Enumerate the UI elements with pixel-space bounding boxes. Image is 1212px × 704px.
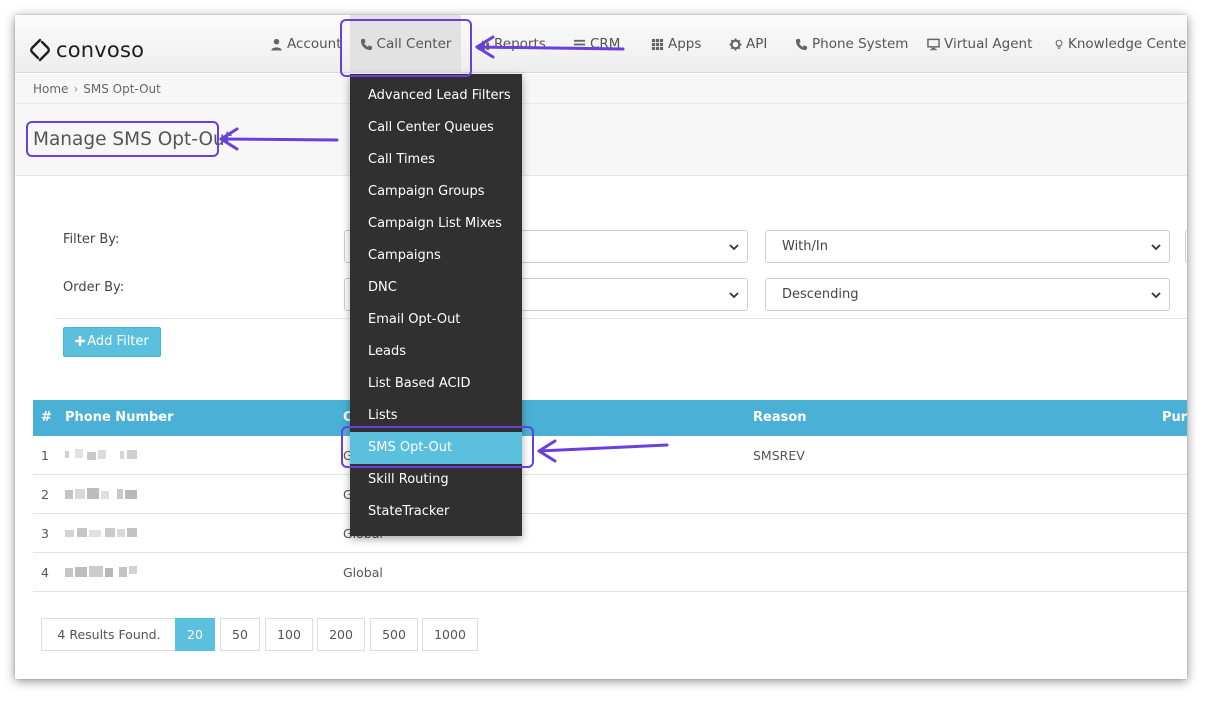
app-window: convoso Account Call Center Reports CRM … bbox=[15, 15, 1187, 679]
annotation-arrows bbox=[219, 35, 669, 463]
